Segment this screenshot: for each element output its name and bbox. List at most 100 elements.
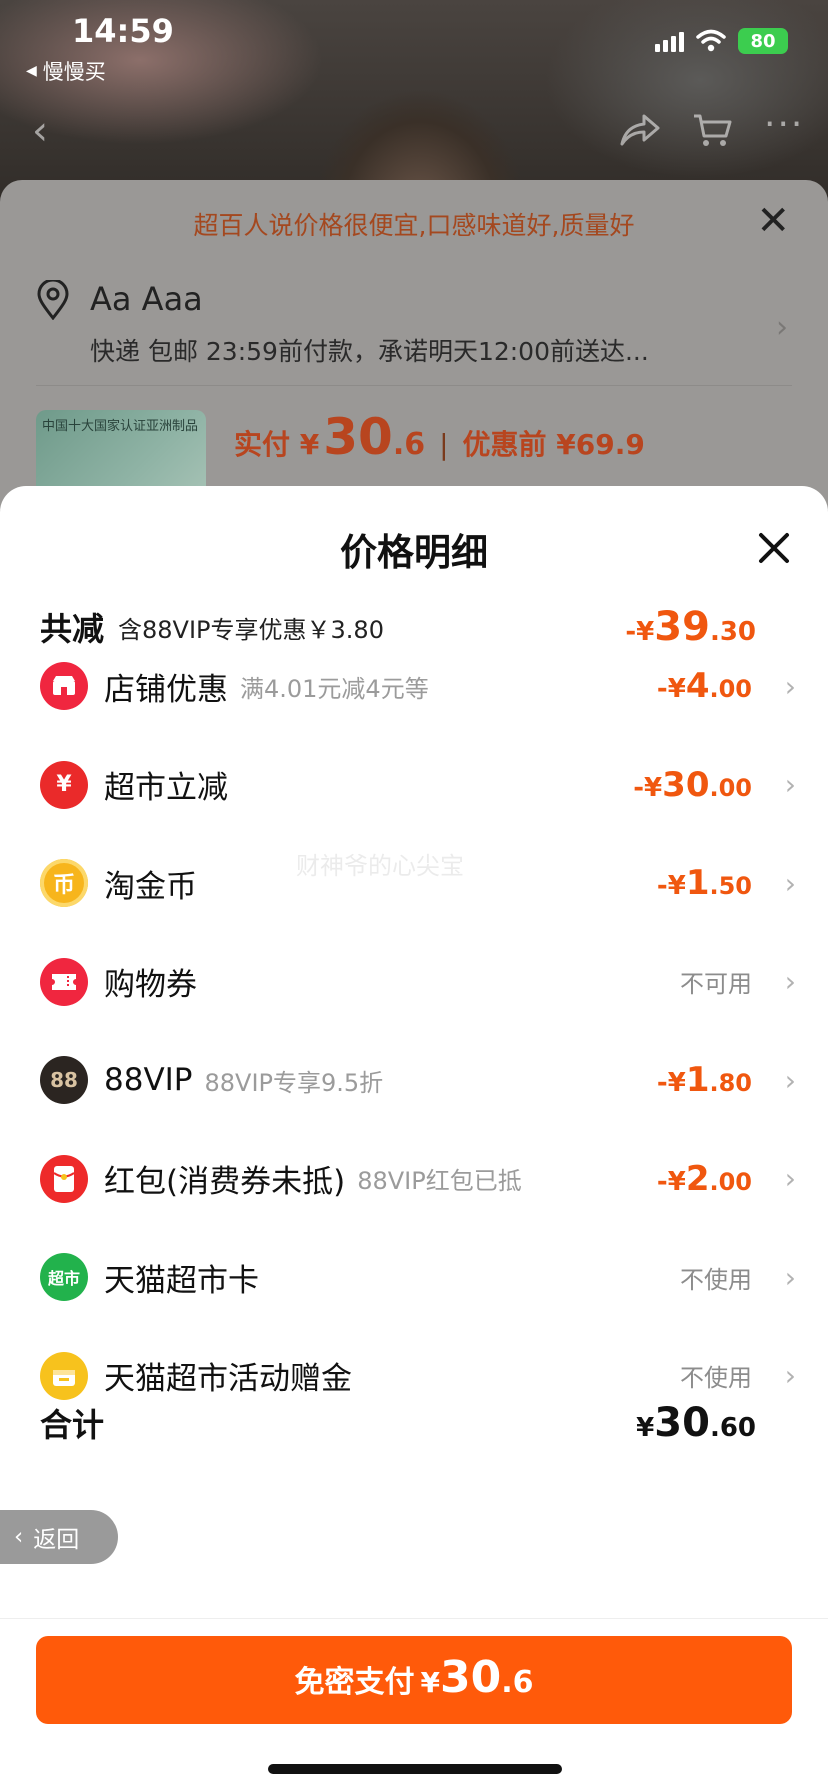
discount-row-label: 红包(消费券未抵) [104, 1164, 346, 1200]
discount-row-value: 不可用 [680, 964, 752, 999]
discount-row[interactable]: 购物券 不可用 › [40, 933, 796, 1031]
discount-amount: -¥ 2.00 [657, 1159, 752, 1199]
return-label: 返回 [33, 1527, 80, 1553]
amount-sym: -¥ [656, 1068, 686, 1098]
amount-dec: .80 [709, 1069, 752, 1097]
discount-row[interactable]: 币 淘金币 -¥ 1.50 › [40, 834, 796, 932]
chevron-right-icon[interactable]: › [776, 310, 788, 345]
signal-icon [655, 30, 684, 52]
discount-row-label: 超市立减 [104, 770, 228, 806]
discount-amount: -¥ 1.80 [657, 1060, 752, 1100]
paid-price: 实付 ¥ 30 .6 | 优惠前 ¥69.9 [234, 408, 645, 466]
chevron-right-icon: › [784, 1260, 796, 1294]
discount-row-note: 88VIP专享9.5折 [204, 1068, 384, 1097]
close-icon[interactable] [756, 530, 792, 566]
paid-dec: .6 [392, 427, 426, 462]
close-icon[interactable]: ✕ [756, 198, 790, 244]
more-icon[interactable]: ··· [764, 104, 804, 145]
pay-dec: .6 [501, 1665, 534, 1700]
original-price: 优惠前 ¥69.9 [462, 428, 645, 461]
vip88-icon: 88 [40, 1056, 88, 1104]
amount-int: 1 [685, 1060, 710, 1100]
back-triangle-icon: ◀ [26, 63, 37, 79]
chevron-right-icon: › [784, 866, 796, 900]
discount-row[interactable]: ¥ 超市立减 -¥ 30.00 › [40, 736, 796, 834]
address-name[interactable]: Aa Aaa [90, 280, 203, 318]
discount-row[interactable]: 超市 天猫超市卡 不使用 › [40, 1228, 796, 1326]
tmall-market-card-icon: 超市 [40, 1253, 88, 1301]
discount-row-label: 88VIP [104, 1062, 193, 1098]
battery-level: 80 [750, 30, 776, 52]
amount-sym: -¥ [656, 674, 686, 704]
amount-sym: -¥ [656, 871, 686, 901]
paid-int: 30 [323, 408, 393, 466]
status-time: 14:59 [72, 12, 174, 50]
amount-dec: .50 [709, 872, 752, 900]
discount-row-value: 不使用 [680, 1260, 752, 1295]
discount-row-label: 购物券 [104, 967, 197, 1003]
amount-sym: -¥ [656, 1166, 686, 1197]
icon-glyph: 88 [50, 1068, 78, 1092]
amount-sym: ¥ [636, 1413, 655, 1443]
amount-dec: .00 [709, 675, 752, 703]
order-confirm-sheet: 超百人说价格很便宜,口感味道好,质量好 ✕ Aa Aaa 快递 包邮 23:59… [0, 180, 828, 510]
return-button[interactable]: ‹ 返回 [0, 1510, 118, 1564]
ticket-icon [40, 957, 88, 1006]
pay-button[interactable]: 免密支付 ¥ 30 .6 [36, 1636, 792, 1724]
divider [36, 385, 792, 386]
status-bar: 14:59 ◀ 慢慢买 80 [0, 0, 828, 90]
back-to-app-link[interactable]: ◀ 慢慢买 [26, 56, 106, 86]
separator: | [439, 428, 449, 461]
amount-int: 4 [685, 666, 710, 706]
pay-int: 30 [439, 1652, 502, 1703]
discount-amount: -¥ 30.00 [633, 765, 752, 805]
discount-row-value: -¥ 1.80 [657, 1060, 752, 1100]
sheet-title: 价格明细 [340, 531, 488, 574]
discount-row-label: 淘金币 [104, 868, 197, 905]
divider [0, 1618, 828, 1619]
discount-amount: -¥ 1.50 [657, 863, 752, 903]
amount-int: 1 [685, 863, 710, 903]
amount-dec: .00 [709, 773, 752, 802]
price-detail-sheet: 价格明细 财神爷的心尖宝 共减 含88VIP专享优惠￥3.80 -¥ 39.30 … [0, 486, 828, 1792]
grand-total-label: 合计 [40, 1406, 105, 1444]
status-icons: 80 [655, 28, 788, 54]
chevron-right-icon: › [784, 1063, 796, 1097]
discount-row-note: 88VIP红包已抵 [357, 1167, 522, 1195]
cart-icon[interactable] [692, 112, 732, 148]
paid-label: 实付 ¥ [234, 428, 320, 461]
amount-int: 30 [654, 1400, 710, 1446]
chevron-right-icon: › [784, 1359, 796, 1392]
chevron-right-icon: › [784, 669, 796, 703]
delivery-info: 快递 包邮 23:59前付款，承诺明天12:00前送达... [90, 337, 649, 366]
discount-row[interactable]: 红包(消费券未抵) 88VIP红包已抵 -¥ 2.00 › [40, 1130, 796, 1228]
icon-glyph: ¥ [56, 772, 72, 797]
chevron-left-icon[interactable]: ‹ [32, 108, 48, 154]
amount-int: 30 [662, 764, 710, 805]
home-indicator[interactable] [268, 1764, 562, 1774]
discount-row-value: -¥ 1.50 [657, 863, 752, 903]
chevron-right-icon: › [784, 965, 796, 998]
amount-int: 2 [685, 1158, 710, 1199]
share-icon[interactable] [618, 112, 660, 148]
promo-banner: 超百人说价格很便宜,口感味道好,质量好 [193, 211, 635, 240]
battery-icon: 80 [738, 28, 788, 54]
grand-total-amount: ¥30.60 [636, 1400, 756, 1446]
chevron-right-icon: › [784, 1162, 796, 1195]
back-app-label: 慢慢买 [42, 60, 106, 84]
discount-amount: -¥ 4.00 [657, 666, 752, 706]
icon-glyph: 币 [52, 873, 75, 898]
discount-row-value: -¥ 4.00 [657, 666, 752, 706]
product-nav-bar: ‹ ··· [0, 100, 828, 160]
thumbnail-caption: 中国十大国家认证亚洲制品 [42, 419, 199, 434]
discount-row-label: 店铺优惠 [104, 671, 228, 708]
location-pin-icon [37, 280, 69, 320]
discount-row[interactable]: 店铺优惠 满4.01元减4元等 -¥ 4.00 › [40, 637, 796, 735]
discount-row-label: 天猫超市卡 [104, 1262, 259, 1299]
red-packet-icon [40, 1154, 88, 1203]
discount-row-value: -¥ 30.00 [633, 765, 752, 805]
chevron-left-icon: ‹ [14, 1524, 24, 1550]
chevron-right-icon: › [784, 768, 796, 801]
pay-sym: ¥ [420, 1666, 440, 1699]
discount-row[interactable]: 88 88VIP 88VIP专享9.5折 -¥ 1.80 › [40, 1031, 796, 1129]
